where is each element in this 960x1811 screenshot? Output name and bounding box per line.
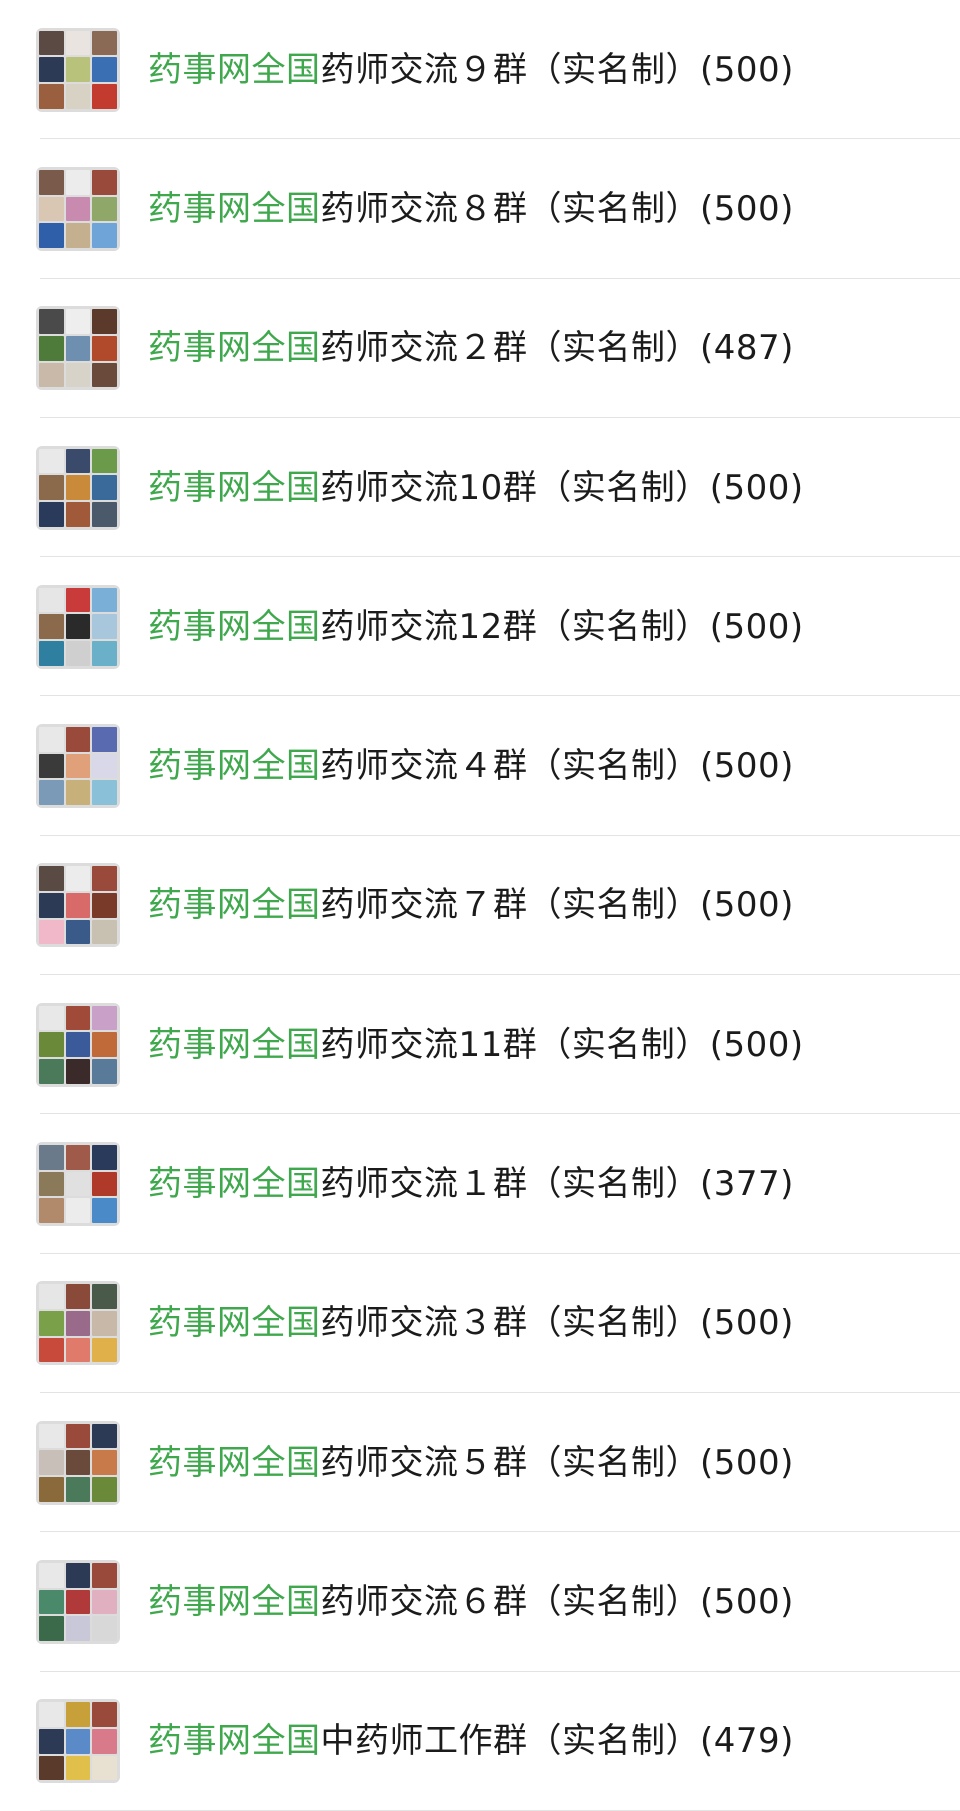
group-name-text: 药师交流９群（实名制）(500): [320, 49, 794, 90]
group-name-text: 药师交流２群（实名制）(487): [320, 328, 794, 369]
group-name-highlight: 药事网全国: [148, 885, 321, 926]
group-name-highlight: 药事网全国: [148, 328, 321, 369]
group-name-text: 中药师工作群（实名制）(479): [320, 1721, 794, 1762]
group-chat-list: 药事网全国药师交流９群（实名制）(500) 药事网全国药师交流８群（实名制）(5…: [0, 0, 960, 1811]
group-avatar-icon[interactable]: [36, 1002, 120, 1087]
group-avatar-icon[interactable]: [36, 584, 120, 669]
group-name-highlight: 药事网全国: [148, 1581, 321, 1622]
group-avatar-icon[interactable]: [36, 27, 120, 112]
group-name-highlight: 药事网全国: [148, 188, 321, 229]
group-name-text: 药师交流10群（实名制）(500): [320, 467, 804, 508]
group-chat-row[interactable]: 药事网全国药师交流９群（实名制）(500): [0, 0, 960, 140]
group-chat-row[interactable]: 药事网全国药师交流５群（实名制）(500): [0, 1393, 960, 1533]
group-chat-title: 药事网全国药师交流３群（实名制）(500): [148, 1303, 794, 1343]
group-avatar-icon[interactable]: [36, 445, 120, 530]
group-chat-title: 药事网全国药师交流12群（实名制）(500): [148, 607, 804, 647]
group-chat-row[interactable]: 药事网全国中药师工作群（实名制）(479): [0, 1672, 960, 1811]
group-name-highlight: 药事网全国: [148, 1442, 321, 1483]
group-chat-row[interactable]: 药事网全国药师交流１群（实名制）(377): [0, 1114, 960, 1254]
group-chat-title: 药事网全国药师交流６群（实名制）(500): [148, 1582, 794, 1622]
group-name-text: 药师交流４群（实名制）(500): [320, 746, 794, 787]
group-chat-row[interactable]: 药事网全国药师交流４群（实名制）(500): [0, 696, 960, 836]
group-chat-title: 药事网全国药师交流２群（实名制）(487): [148, 328, 794, 368]
group-chat-title: 药事网全国药师交流５群（实名制）(500): [148, 1443, 794, 1483]
group-avatar-icon[interactable]: [36, 1142, 120, 1227]
group-avatar-icon[interactable]: [36, 166, 120, 251]
group-chat-title: 药事网全国药师交流９群（实名制）(500): [148, 50, 794, 90]
group-avatar-icon[interactable]: [36, 1281, 120, 1366]
group-name-text: 药师交流12群（实名制）(500): [320, 606, 804, 647]
group-name-highlight: 药事网全国: [148, 746, 321, 787]
group-name-highlight: 药事网全国: [148, 1164, 321, 1205]
group-chat-title: 药事网全国药师交流１群（实名制）(377): [148, 1164, 794, 1204]
group-name-text: 药师交流５群（实名制）(500): [320, 1442, 794, 1483]
group-name-text: 药师交流３群（实名制）(500): [320, 1303, 794, 1344]
group-name-highlight: 药事网全国: [148, 49, 321, 90]
group-chat-row[interactable]: 药事网全国药师交流８群（实名制）(500): [0, 139, 960, 279]
group-name-highlight: 药事网全国: [148, 1024, 321, 1065]
group-name-text: 药师交流８群（实名制）(500): [320, 188, 794, 229]
group-avatar-icon[interactable]: [36, 863, 120, 948]
group-chat-title: 药事网全国药师交流10群（实名制）(500): [148, 468, 804, 508]
group-chat-row[interactable]: 药事网全国药师交流11群（实名制）(500): [0, 975, 960, 1115]
group-chat-title: 药事网全国药师交流７群（实名制）(500): [148, 885, 794, 925]
group-chat-title: 药事网全国药师交流８群（实名制）(500): [148, 189, 794, 229]
group-chat-title: 药事网全国中药师工作群（实名制）(479): [148, 1721, 794, 1761]
group-chat-title: 药事网全国药师交流４群（实名制）(500): [148, 746, 794, 786]
group-chat-row[interactable]: 药事网全国药师交流６群（实名制）(500): [0, 1532, 960, 1672]
group-avatar-icon[interactable]: [36, 306, 120, 391]
group-chat-row[interactable]: 药事网全国药师交流３群（实名制）(500): [0, 1254, 960, 1393]
group-name-text: 药师交流11群（实名制）(500): [320, 1024, 804, 1065]
group-name-text: 药师交流７群（实名制）(500): [320, 885, 794, 926]
group-chat-title: 药事网全国药师交流11群（实名制）(500): [148, 1025, 804, 1065]
group-avatar-icon[interactable]: [36, 1420, 120, 1505]
group-avatar-icon[interactable]: [36, 1559, 120, 1644]
group-chat-row[interactable]: 药事网全国药师交流７群（实名制）(500): [0, 836, 960, 976]
group-name-text: 药师交流１群（实名制）(377): [320, 1164, 794, 1205]
group-name-highlight: 药事网全国: [148, 606, 321, 647]
group-chat-row[interactable]: 药事网全国药师交流10群（实名制）(500): [0, 418, 960, 558]
group-name-highlight: 药事网全国: [148, 467, 321, 508]
group-avatar-icon[interactable]: [36, 1699, 120, 1784]
group-name-text: 药师交流６群（实名制）(500): [320, 1581, 794, 1622]
group-avatar-icon[interactable]: [36, 724, 120, 809]
group-name-highlight: 药事网全国: [148, 1721, 321, 1762]
group-name-highlight: 药事网全国: [148, 1303, 321, 1344]
group-chat-row[interactable]: 药事网全国药师交流12群（实名制）(500): [0, 557, 960, 697]
group-chat-row[interactable]: 药事网全国药师交流２群（实名制）(487): [0, 279, 960, 418]
